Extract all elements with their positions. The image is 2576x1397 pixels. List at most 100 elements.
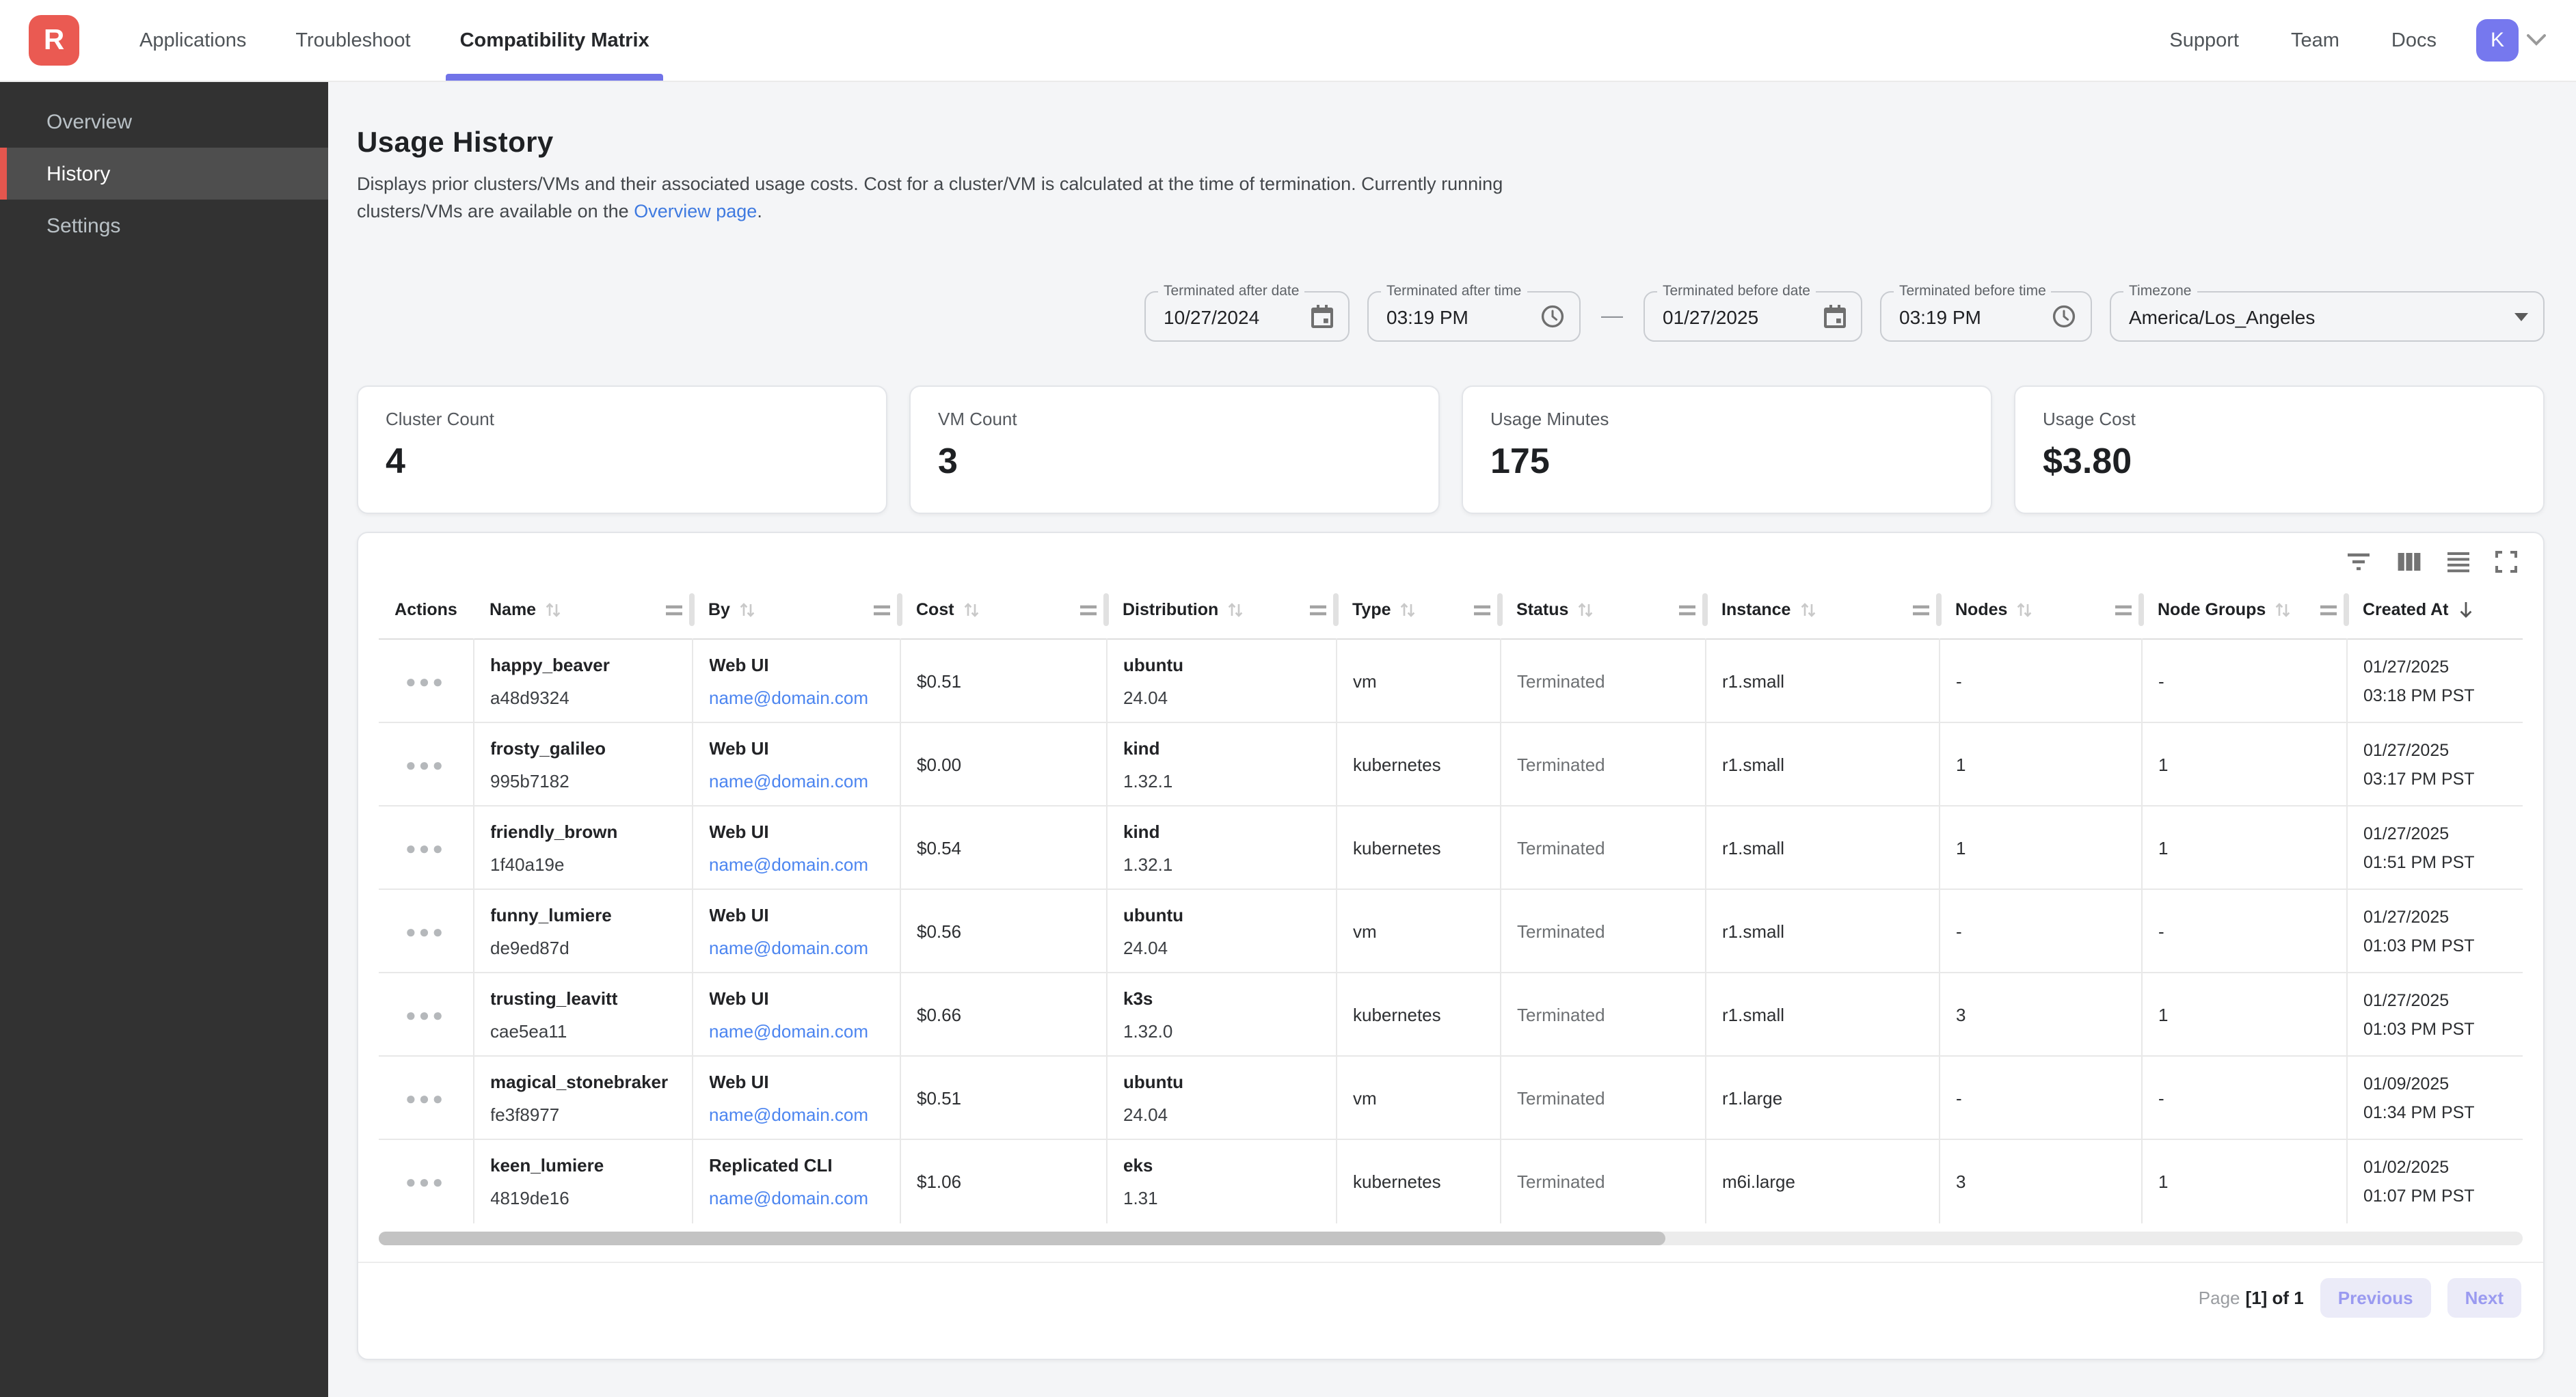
table-footer: Page[1] of 1 Previous Next bbox=[358, 1261, 2543, 1317]
sort-desc-icon[interactable] bbox=[2457, 600, 2475, 619]
filter-icon[interactable] bbox=[2345, 551, 2372, 573]
row-actions-button[interactable]: ●●● bbox=[379, 837, 472, 858]
creator-email-link[interactable]: name@domain.com bbox=[709, 937, 888, 958]
timezone-select[interactable]: Timezone America/Los_Angeles bbox=[2110, 291, 2545, 342]
status-value: Terminated bbox=[1501, 670, 1704, 691]
sidebar-item-overview[interactable]: Overview bbox=[0, 96, 328, 148]
next-page-button[interactable]: Next bbox=[2447, 1277, 2521, 1317]
sidebar-item-settings[interactable]: Settings bbox=[0, 200, 328, 252]
row-actions-button[interactable]: ●●● bbox=[379, 1004, 472, 1025]
terminated-before-date-input[interactable]: Terminated before date 01/27/2025 bbox=[1643, 291, 1862, 342]
nav-item-team[interactable]: Team bbox=[2265, 0, 2365, 81]
cell-actions: ●●● bbox=[379, 722, 473, 806]
avatar[interactable]: K bbox=[2476, 19, 2519, 62]
cell-node-groups: - bbox=[2141, 1056, 2346, 1139]
type-value: vm bbox=[1337, 921, 1499, 941]
sort-icon[interactable] bbox=[1799, 600, 1816, 619]
sort-icon[interactable] bbox=[738, 600, 756, 619]
description-line-1: Displays prior clusters/VMs and their as… bbox=[357, 174, 1503, 194]
nav-item-compatibility-matrix[interactable]: Compatibility Matrix bbox=[435, 0, 674, 81]
stat-card-usage-cost: Usage Cost $3.80 bbox=[2014, 385, 2545, 514]
previous-page-button[interactable]: Previous bbox=[2320, 1277, 2431, 1317]
nav-item-docs[interactable]: Docs bbox=[2365, 0, 2463, 81]
density-icon[interactable] bbox=[2446, 551, 2471, 573]
cluster-name: friendly_brown bbox=[490, 821, 680, 841]
primary-nav: Applications Troubleshoot Compatibility … bbox=[115, 0, 674, 81]
terminated-after-date-value: 10/27/2024 bbox=[1164, 306, 1259, 327]
columns-icon[interactable] bbox=[2397, 551, 2421, 573]
type-value: kubernetes bbox=[1337, 837, 1499, 858]
column-header-type[interactable]: Type bbox=[1336, 581, 1500, 639]
row-actions-button[interactable]: ●●● bbox=[379, 754, 472, 774]
terminated-after-time-input[interactable]: Terminated after time 03:19 PM bbox=[1367, 291, 1581, 342]
column-header-status[interactable]: Status bbox=[1500, 581, 1705, 639]
overview-page-link[interactable]: Overview page bbox=[634, 200, 757, 221]
table-row: ●●●happy_beavera48d9324Web UIname@domain… bbox=[379, 639, 2523, 722]
sort-icon[interactable] bbox=[2015, 600, 2033, 619]
creator-email-link[interactable]: name@domain.com bbox=[709, 1020, 888, 1041]
row-actions-button[interactable]: ●●● bbox=[379, 1087, 472, 1108]
row-actions-button[interactable]: ●●● bbox=[379, 1171, 472, 1192]
row-actions-button[interactable]: ●●● bbox=[379, 921, 472, 941]
terminated-after-date-input[interactable]: Terminated after date 10/27/2024 bbox=[1144, 291, 1350, 342]
stat-value: 175 bbox=[1490, 440, 1963, 483]
column-menu-icon[interactable] bbox=[1678, 603, 1697, 616]
page-description: Displays prior clusters/VMs and their as… bbox=[357, 171, 1765, 224]
column-menu-icon[interactable] bbox=[872, 603, 891, 616]
calendar-icon[interactable] bbox=[1805, 305, 1846, 328]
distribution-version: 1.32.0 bbox=[1123, 1020, 1324, 1041]
creator-email-link[interactable]: name@domain.com bbox=[709, 770, 888, 791]
column-header-by[interactable]: By bbox=[692, 581, 900, 639]
nav-item-troubleshoot[interactable]: Troubleshoot bbox=[271, 0, 435, 81]
date-range-dash: — bbox=[1601, 304, 1623, 329]
chevron-down-icon[interactable] bbox=[2527, 34, 2546, 46]
cost-value: $0.54 bbox=[900, 837, 1105, 858]
column-menu-icon[interactable] bbox=[1911, 603, 1931, 616]
created-date: 01/27/2025 bbox=[2363, 657, 2512, 676]
fullscreen-icon[interactable] bbox=[2495, 551, 2517, 573]
creator-email-link[interactable]: name@domain.com bbox=[709, 854, 888, 874]
column-menu-icon[interactable] bbox=[1473, 603, 1492, 616]
column-menu-icon[interactable] bbox=[665, 603, 684, 616]
clock-icon[interactable] bbox=[2033, 305, 2076, 328]
sort-icon[interactable] bbox=[1577, 600, 1594, 619]
column-menu-icon[interactable] bbox=[2114, 603, 2133, 616]
column-header-distribution[interactable]: Distribution bbox=[1106, 581, 1336, 639]
creator-email-link[interactable]: name@domain.com bbox=[709, 1104, 888, 1124]
column-menu-icon[interactable] bbox=[1079, 603, 1098, 616]
nav-item-applications[interactable]: Applications bbox=[115, 0, 271, 81]
column-header-nodes[interactable]: Nodes bbox=[1939, 581, 2141, 639]
column-label: Node Groups bbox=[2158, 600, 2266, 619]
created-by: Web UI bbox=[709, 654, 888, 675]
cell-by: Web UIname@domain.com bbox=[692, 806, 900, 889]
terminated-before-time-input[interactable]: Terminated before time 03:19 PM bbox=[1880, 291, 2092, 342]
sort-icon[interactable] bbox=[2274, 600, 2292, 619]
creator-email-link[interactable]: name@domain.com bbox=[709, 1188, 888, 1208]
clock-icon[interactable] bbox=[1522, 305, 1564, 328]
created-date: 01/02/2025 bbox=[2363, 1158, 2512, 1177]
column-header-cost[interactable]: Cost bbox=[900, 581, 1106, 639]
scrollbar-thumb[interactable] bbox=[379, 1231, 1665, 1245]
nav-item-support[interactable]: Support bbox=[2143, 0, 2265, 81]
column-header-created_at[interactable]: Created At bbox=[2346, 581, 2523, 639]
column-header-node_groups[interactable]: Node Groups bbox=[2141, 581, 2346, 639]
column-menu-icon[interactable] bbox=[2319, 603, 2338, 616]
horizontal-scrollbar[interactable] bbox=[379, 1231, 2523, 1245]
sort-icon[interactable] bbox=[1399, 600, 1417, 619]
sort-icon[interactable] bbox=[544, 600, 562, 619]
cell-distribution: eks1.31 bbox=[1106, 1139, 1336, 1223]
replicated-logo[interactable]: R bbox=[29, 15, 79, 66]
stat-label: VM Count bbox=[938, 409, 1411, 429]
created-by: Web UI bbox=[709, 904, 888, 925]
sort-icon[interactable] bbox=[963, 600, 980, 619]
distribution-name: ubuntu bbox=[1123, 654, 1324, 675]
column-header-name[interactable]: Name bbox=[473, 581, 692, 639]
row-actions-button[interactable]: ●●● bbox=[379, 670, 472, 691]
sort-icon[interactable] bbox=[1226, 600, 1244, 619]
creator-email-link[interactable]: name@domain.com bbox=[709, 687, 888, 707]
column-menu-icon[interactable] bbox=[1309, 603, 1328, 616]
cell-node-groups: - bbox=[2141, 889, 2346, 973]
column-header-instance[interactable]: Instance bbox=[1705, 581, 1939, 639]
sidebar-item-history[interactable]: History bbox=[0, 148, 328, 200]
calendar-icon[interactable] bbox=[1292, 305, 1333, 328]
